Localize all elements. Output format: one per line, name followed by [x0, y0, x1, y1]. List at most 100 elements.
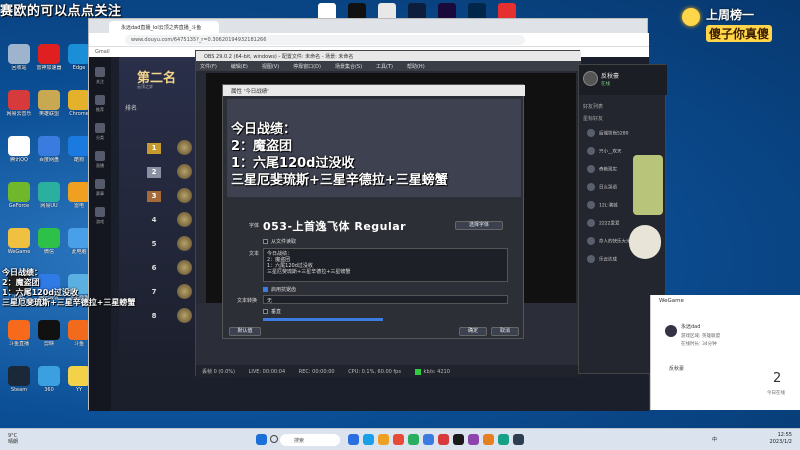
select-font-button[interactable]: 选择字体: [455, 221, 503, 230]
taskbar-app-icon[interactable]: [498, 434, 509, 445]
browser-tab[interactable]: 永远dad直播_lol云顶之弈直播_斗鱼: [109, 21, 219, 33]
start-icon[interactable]: [256, 434, 267, 445]
taskbar-app-icon[interactable]: [513, 434, 524, 445]
avatar[interactable]: [665, 325, 677, 337]
list-item[interactable]: 乐云达成: [587, 255, 617, 263]
taskbar-app-icon[interactable]: [378, 434, 389, 445]
list-item[interactable]: 命人的快乐大米: [587, 237, 631, 245]
desktop-icon[interactable]: GeForce: [2, 182, 36, 209]
bitrate: kb/s: 4210: [423, 369, 450, 375]
antialias-checkbox[interactable]: [263, 287, 268, 292]
nav-icon[interactable]: [95, 151, 105, 161]
list-item-label: 12L·满城: [599, 203, 618, 209]
weekly-banner: 上周榜一 傻子你真傻: [682, 6, 792, 44]
desktop-icon[interactable]: 百度网盘: [32, 136, 66, 163]
desktop-icon[interactable]: 360: [32, 366, 66, 393]
rank-number: 7: [151, 288, 157, 296]
dialog-scrollbar[interactable]: [263, 318, 383, 321]
vertical-checkbox[interactable]: [263, 309, 268, 314]
rank-avatar: [177, 164, 192, 179]
taskbar-app-icon[interactable]: [483, 434, 494, 445]
obs-menu-item[interactable]: 帮助(H): [407, 64, 425, 70]
input-language[interactable]: 中: [712, 436, 717, 443]
nav-icon[interactable]: [95, 67, 105, 77]
obs-menu-item[interactable]: 视图(V): [262, 64, 279, 70]
list-item[interactable]: 后城坊尚5280: [587, 129, 628, 137]
text-label: 文本: [249, 251, 260, 257]
overlay-line: 今日战绩：: [2, 268, 42, 277]
taskbar-app-icon[interactable]: [348, 434, 359, 445]
list-item[interactable]: 奇艳现实: [587, 165, 617, 173]
desktop-icon[interactable]: 网易云音乐: [2, 90, 36, 117]
desktop-icon[interactable]: 英雄联盟: [32, 90, 66, 117]
rank-number: 3: [147, 191, 161, 202]
avatar: [587, 237, 595, 245]
browser-toolbar: www.douyu.com/6475135?_r=0.3062019493218…: [89, 33, 649, 47]
desktop-icon[interactable]: 剪映: [32, 320, 66, 347]
app-icon: [8, 182, 30, 202]
nav-icon[interactable]: [95, 123, 105, 133]
from-file-label: 从文件读取: [271, 239, 297, 245]
chat-header: 反秋豪 在线: [579, 65, 667, 95]
list-item[interactable]: 只小__欢天: [587, 147, 622, 155]
desktop-icon-label: 英雄联盟: [38, 111, 59, 117]
desktop-icon[interactable]: Steam: [2, 366, 36, 393]
taskbar-app-icon[interactable]: [363, 434, 374, 445]
desktop-icon[interactable]: 斗鱼直播: [2, 320, 36, 347]
nav-icon[interactable]: [95, 179, 105, 189]
list-item[interactable]: 12L·满城: [587, 201, 618, 209]
list-item-label: 乐云达成: [599, 257, 617, 263]
taskbar-app-icon[interactable]: [393, 434, 404, 445]
taskbar-app-icon[interactable]: [423, 434, 434, 445]
status-indicator-icon: [414, 368, 421, 375]
text-input[interactable]: 今日战绩： 2：魔盗团 1：六尾120d过没收 三星厄斐琉斯+三星辛德拉+三星螃蟹: [263, 248, 508, 282]
obs-menu-item[interactable]: 编辑(E): [231, 64, 248, 70]
transform-select[interactable]: 无: [263, 295, 508, 304]
taskbar-search[interactable]: 搜索: [280, 434, 340, 446]
fav-section-label[interactable]: 星标好友: [583, 115, 603, 122]
dialog-title: 属性 '今日战绩': [223, 85, 525, 96]
list-item[interactable]: 日么哭语: [587, 183, 617, 191]
list-item[interactable]: 2222爱爱: [587, 219, 619, 227]
taskbar-app-icon[interactable]: [438, 434, 449, 445]
nav-label: 关注: [96, 79, 104, 84]
desktop-icon[interactable]: WeGame: [2, 228, 36, 255]
taskbar-app-icon[interactable]: [468, 434, 479, 445]
desktop-icon[interactable]: 网易UU: [32, 182, 66, 209]
taskbar-app-icon[interactable]: [408, 434, 419, 445]
list-item-label: 日么哭语: [599, 185, 617, 191]
desktop-icon-label: 剪映: [43, 341, 54, 347]
ok-button[interactable]: 确定: [459, 327, 487, 336]
from-file-checkbox[interactable]: [263, 239, 268, 244]
list-item-label: 只小__欢天: [599, 149, 622, 155]
nav-label: 分类: [96, 135, 104, 140]
address-bar[interactable]: www.douyu.com/6475135?_r=0.3062019493218…: [125, 35, 525, 45]
desktop-icon[interactable]: 雷神加速器: [32, 44, 66, 71]
nav-icon[interactable]: [95, 95, 105, 105]
obs-menu-item[interactable]: 场景集合(S): [335, 64, 362, 70]
rank-header: 排名: [125, 105, 138, 112]
defaults-button[interactable]: 默认值: [229, 327, 261, 336]
desktop-icon[interactable]: 腾讯QQ: [2, 136, 36, 163]
taskbar-clock[interactable]: 12:55 2023/1/2: [742, 432, 792, 446]
weather-widget[interactable]: 9°C 晴朗: [8, 433, 18, 445]
app-icon: [38, 90, 60, 110]
avatar: [587, 219, 595, 227]
obs-menu-item[interactable]: 停靠窗口(D): [293, 64, 321, 70]
obs-menu-item[interactable]: 工具(T): [376, 64, 393, 70]
antialias-label: 启用抗锯齿: [271, 287, 297, 293]
cancel-button[interactable]: 取消: [491, 327, 519, 336]
cpu-usage: CPU: 0.1%, 60.00 fps: [348, 369, 401, 375]
avatar[interactable]: [583, 71, 598, 86]
desktop-icon[interactable]: 微信: [32, 228, 66, 255]
obs-menu-item[interactable]: 文件(F): [200, 64, 217, 70]
nav-icon[interactable]: [95, 207, 105, 217]
wegame-friend[interactable]: 反秋豪: [669, 365, 684, 372]
font-label: 字体: [249, 223, 260, 229]
desktop-icon[interactable]: 回收站: [2, 44, 36, 71]
desktop-icon-label: 斗鱼直播: [8, 341, 29, 347]
app-icon: [38, 366, 60, 386]
app-icon: [38, 228, 60, 248]
overlay-line: 2：魔盗团: [231, 139, 293, 154]
taskbar-app-icon[interactable]: [453, 434, 464, 445]
